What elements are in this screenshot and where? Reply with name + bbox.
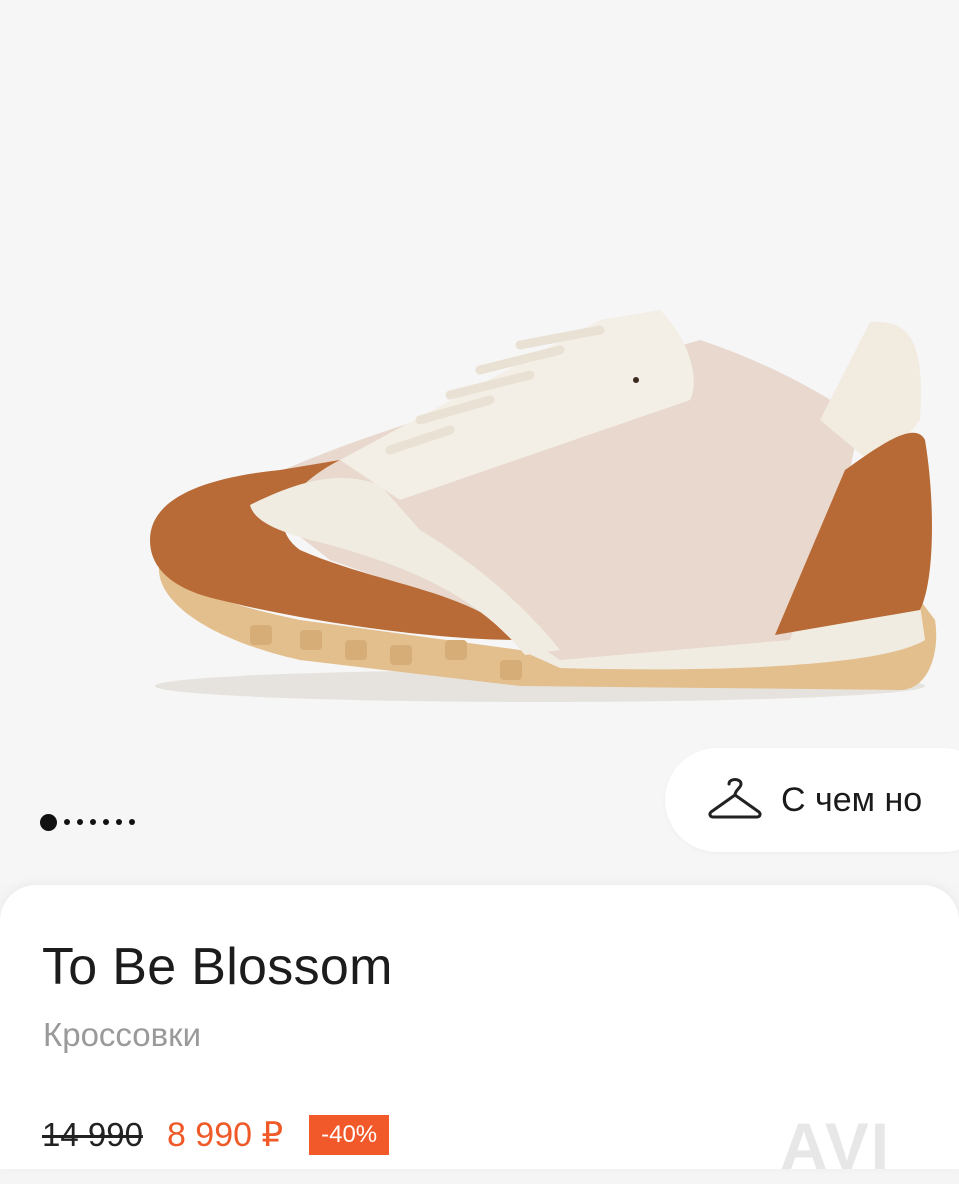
slide-dot[interactable] (64, 819, 70, 825)
slide-indicator[interactable] (40, 810, 135, 834)
old-price: 14 990 (42, 1116, 143, 1153)
wear-with-label: С чем но (781, 780, 923, 819)
brand-name[interactable]: To Be Blossom (42, 937, 393, 997)
slide-dot-active[interactable] (40, 813, 57, 831)
slide-dot[interactable] (103, 819, 109, 825)
product-category: Кроссовки (43, 1016, 202, 1053)
slide-dot[interactable] (77, 819, 83, 825)
discount-badge: -40% (309, 1115, 390, 1155)
avito-watermark: AVI (780, 1109, 892, 1183)
current-price: 8 990 ₽ (166, 1116, 284, 1154)
slide-dot[interactable] (90, 819, 96, 825)
wear-with-button[interactable]: С чем но (665, 748, 959, 852)
slide-dot[interactable] (116, 819, 122, 825)
slide-dot[interactable] (129, 819, 135, 825)
price-row: 14 990 8 990 ₽ -40% (42, 1111, 390, 1159)
product-gallery[interactable]: С чем но (0, 0, 959, 885)
hanger-icon (707, 774, 763, 827)
